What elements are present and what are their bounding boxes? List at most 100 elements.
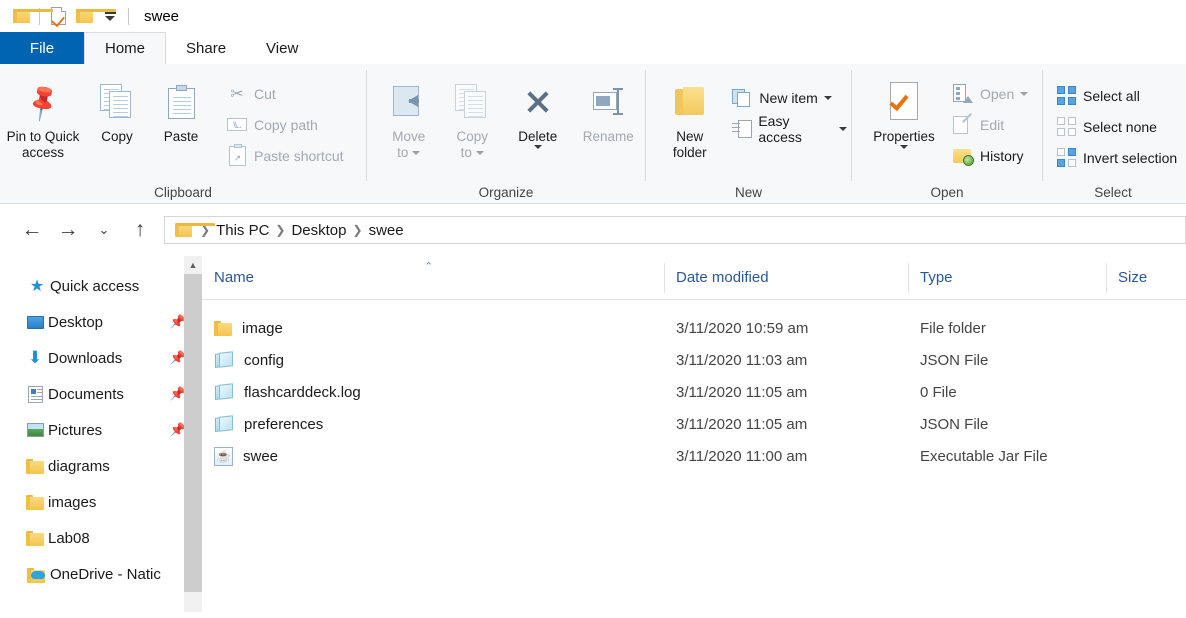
sidebar-item-quick-access[interactable]: ★ Quick access [0,268,202,304]
breadcrumb-item-swee[interactable]: swee [369,222,404,239]
file-list-pane: Name ⌃ Date modified Type Size image 3/1… [202,256,1186,612]
table-row[interactable]: config 3/11/2020 11:03 am JSON File [202,344,1186,376]
folder-icon [22,458,48,474]
invert-selection-button[interactable]: Invert selection [1051,142,1181,173]
copy-path-button[interactable]: \\... Copy path [222,109,348,140]
file-name: flashcarddeck.log [244,383,361,401]
properties-button[interactable]: Properties [862,72,946,167]
invert-selection-label: Invert selection [1083,149,1178,166]
history-label: History [980,147,1024,164]
group-label-new: New [734,184,762,200]
sidebar-item-documents[interactable]: Documents 📌 [0,376,202,412]
pictures-icon [22,423,48,437]
folder-icon[interactable] [8,3,53,29]
forward-button[interactable]: → [50,212,86,248]
open-button[interactable]: Open [948,78,1032,109]
properties-icon[interactable] [45,3,71,29]
move-to-chevron-down-icon[interactable] [412,151,421,155]
easy-access-chevron-down-icon[interactable] [839,126,847,131]
edit-button[interactable]: Edit [948,109,1032,140]
customize-dropdown-icon[interactable] [97,3,123,29]
copy-button[interactable]: Copy [86,72,148,146]
new-item-chevron-down-icon[interactable] [823,95,832,100]
copy-to-icon [455,78,489,126]
file-date: 3/11/2020 11:05 am [676,383,808,401]
table-row[interactable]: flashcarddeck.log 3/11/2020 11:05 am 0 F… [202,376,1186,408]
title-bar: swee [0,0,1186,32]
recent-locations-button[interactable]: ⌄ [86,212,122,248]
up-button[interactable]: ↑ [122,212,158,248]
sidebar-scrollbar[interactable]: ▲ [184,256,202,612]
sidebar-item-diagrams[interactable]: diagrams [0,448,202,484]
ribbon: 📌 Pin to Quick access Copy Paste ✂ Cut \… [0,64,1186,204]
edit-icon [952,112,974,136]
delete-button[interactable]: Delete [504,72,572,167]
sidebar-label-onedrive: OneDrive - Natic [50,565,161,583]
pin-to-quick-access-button[interactable]: 📌 Pin to Quick access [0,72,86,162]
folder-icon [214,320,232,336]
copy-to-chevron-down-icon[interactable] [475,151,484,155]
scissors-icon: ✂ [230,85,244,103]
delete-chevron-down-icon[interactable] [533,145,542,166]
column-header-date-modified[interactable]: Date modified [664,256,908,300]
tab-view[interactable]: View [246,32,318,64]
delete-label: Delete [518,129,558,144]
sidebar-item-pictures[interactable]: Pictures 📌 [0,412,202,448]
file-date: 3/11/2020 11:00 am [676,447,808,465]
paste-button[interactable]: Paste [148,72,214,146]
tab-share[interactable]: Share [166,32,246,64]
tab-file[interactable]: File [0,32,84,64]
group-label-organize: Organize [478,184,534,200]
select-all-button[interactable]: Select all [1051,80,1181,111]
desktop-icon [22,315,48,329]
table-row[interactable]: ☕ swee 3/11/2020 11:00 am Executable Jar… [202,440,1186,472]
new-folder-button[interactable]: New folder [658,72,721,162]
folder-icon [22,494,48,510]
sidebar-item-images[interactable]: images [0,484,202,520]
sidebar-item-onedrive[interactable]: OneDrive - Natic [0,556,202,592]
column-header-size[interactable]: Size [1106,256,1186,300]
properties-label: Properties [873,129,935,144]
easy-access-button[interactable]: Easy access [727,113,851,145]
history-button[interactable]: History [948,140,1032,171]
sidebar-item-downloads[interactable]: ⬇ Downloads 📌 [0,340,202,376]
breadcrumb[interactable]: ❯ This PC ❯ Desktop ❯ swee [164,216,1186,244]
new-folder-icon[interactable] [71,3,116,29]
copy-to-button[interactable]: Copy to [441,72,505,162]
file-type: 0 File [920,383,957,401]
rename-label: Rename [582,129,634,144]
properties-chevron-down-icon[interactable] [900,145,908,166]
back-button[interactable]: ← [14,212,50,248]
paste-shortcut-label: Paste shortcut [254,147,344,164]
cut-label: Cut [254,85,276,102]
pin-label-2: access [21,145,65,160]
paste-shortcut-button[interactable]: ↗ Paste shortcut [222,140,348,171]
move-to-icon [392,78,426,126]
breadcrumb-item-desktop[interactable]: Desktop [291,222,346,239]
column-header-name[interactable]: Name ⌃ [202,256,664,300]
column-header-type[interactable]: Type [908,256,1106,300]
rename-button[interactable]: Rename [572,72,645,146]
scrollbar-up-icon[interactable]: ▲ [184,256,202,274]
breadcrumb-item-this-pc[interactable]: This PC [216,222,269,239]
table-row[interactable]: image 3/11/2020 10:59 am File folder [202,312,1186,344]
content-area: ★ Quick access Desktop 📌 ⬇ Downloads 📌 D… [0,256,1186,612]
new-item-button[interactable]: New item [727,82,851,113]
cut-button[interactable]: ✂ Cut [222,78,348,109]
column-header-type-label: Type [920,269,953,286]
scrollbar-thumb[interactable] [184,274,202,592]
sidebar-item-lab08[interactable]: Lab08 [0,520,202,556]
star-icon: ★ [29,278,45,295]
move-to-button[interactable]: Move to [377,72,441,162]
tab-home[interactable]: Home [84,32,167,64]
table-row[interactable]: preferences 3/11/2020 11:05 am JSON File [202,408,1186,440]
delete-icon [522,78,554,126]
open-chevron-down-icon[interactable] [1020,91,1029,96]
jar-file-icon: ☕ [214,446,233,466]
sidebar-label-lab08: Lab08 [48,529,90,547]
sidebar-item-desktop[interactable]: Desktop 📌 [0,304,202,340]
navigation-pane: ★ Quick access Desktop 📌 ⬇ Downloads 📌 D… [0,256,202,612]
select-none-button[interactable]: Select none [1051,111,1181,142]
breadcrumb-separator-2: ❯ [352,223,363,237]
ribbon-group-open: Properties Open Edit History Open [852,64,1042,204]
